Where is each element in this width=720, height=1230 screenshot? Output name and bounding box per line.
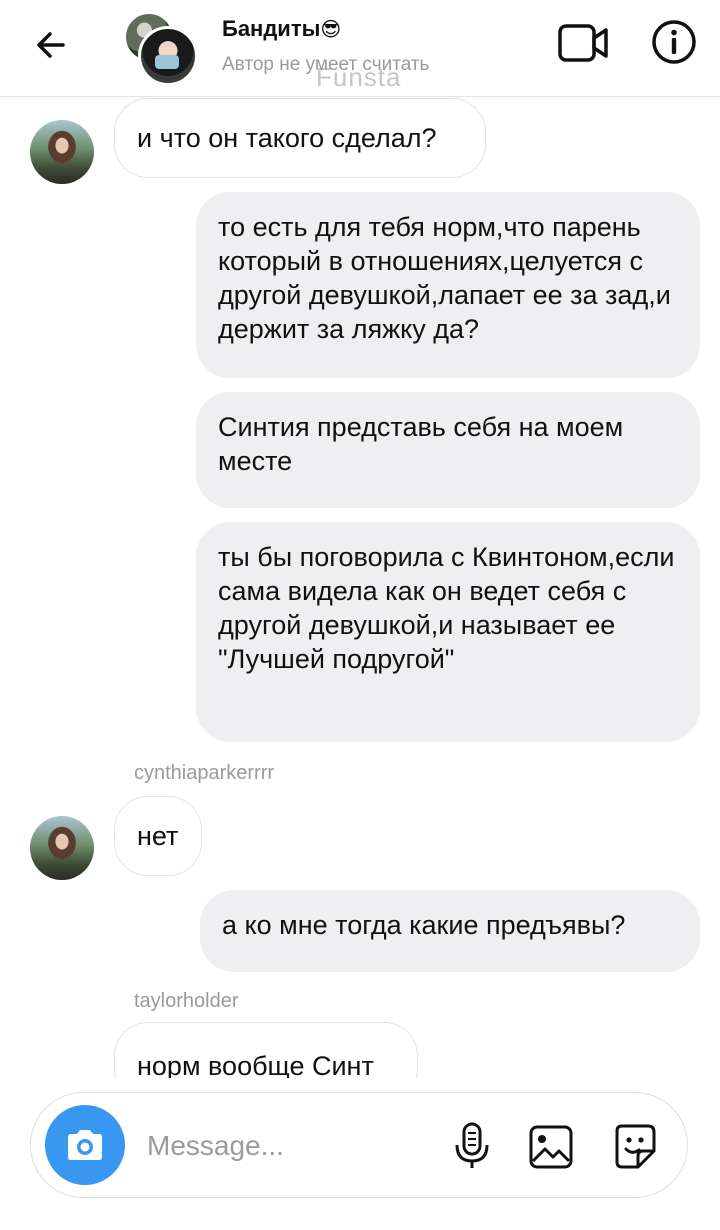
avatar[interactable] xyxy=(30,816,94,880)
chat-title-emoji: 😎 xyxy=(320,19,342,41)
message-input[interactable] xyxy=(145,1123,429,1169)
message-bubble-outgoing[interactable]: то есть для тебя норм,что парень который… xyxy=(196,192,700,378)
message-bubble-outgoing[interactable]: Синтия представь себя на моем месте xyxy=(196,392,700,508)
group-avatar[interactable] xyxy=(124,12,198,86)
message-composer xyxy=(30,1092,688,1198)
message-clip: норм вообще Синт xyxy=(0,1022,720,1078)
sender-name: taylorholder xyxy=(134,990,239,1012)
avatar xyxy=(138,26,198,86)
message-bubble-incoming[interactable]: норм вообще Синт xyxy=(114,1022,418,1078)
voice-message-button[interactable] xyxy=(449,1121,495,1171)
watermark: Funsta xyxy=(316,62,402,92)
camera-button[interactable] xyxy=(45,1105,125,1185)
microphone-icon xyxy=(455,1122,489,1168)
avatar[interactable] xyxy=(30,120,94,184)
message-text: нет xyxy=(137,821,179,851)
message-bubble-outgoing[interactable]: а ко мне тогда какие предъявы? xyxy=(200,890,700,972)
back-arrow-icon xyxy=(37,32,65,58)
message-text: а ко мне тогда какие предъявы? xyxy=(222,910,626,940)
gallery-button[interactable] xyxy=(527,1123,575,1171)
message-text: то есть для тебя норм,что парень который… xyxy=(218,212,671,344)
chat-title-text: Бандиты xyxy=(222,16,321,41)
gallery-icon xyxy=(529,1125,573,1169)
message-text: Синтия представь себя на моем месте xyxy=(218,412,624,476)
chat-title[interactable]: Бандиты😎 xyxy=(222,16,341,42)
message-bubble-incoming[interactable]: нет xyxy=(114,796,202,876)
message-text: ты бы поговорила с Квинтоном,если сама в… xyxy=(218,542,675,674)
video-call-button[interactable] xyxy=(556,20,612,66)
video-camera-icon xyxy=(558,24,608,62)
sticker-button[interactable] xyxy=(609,1121,661,1173)
sticker-icon xyxy=(615,1124,656,1169)
message-bubble-outgoing[interactable]: ты бы поговорила с Квинтоном,если сама в… xyxy=(196,522,700,742)
chat-header: Бандиты😎 Автор не умеет считать Funsta xyxy=(0,0,720,97)
message-bubble-incoming[interactable]: и что он такого сделал? xyxy=(114,98,486,178)
info-icon xyxy=(652,20,696,64)
message-text: норм вообще Синт xyxy=(137,1051,374,1078)
info-button[interactable] xyxy=(650,18,698,66)
back-button[interactable] xyxy=(28,22,74,68)
camera-icon xyxy=(68,1130,102,1160)
sender-name: cynthiaparkerrrr xyxy=(134,762,275,784)
message-text: и что он такого сделал? xyxy=(137,123,437,153)
